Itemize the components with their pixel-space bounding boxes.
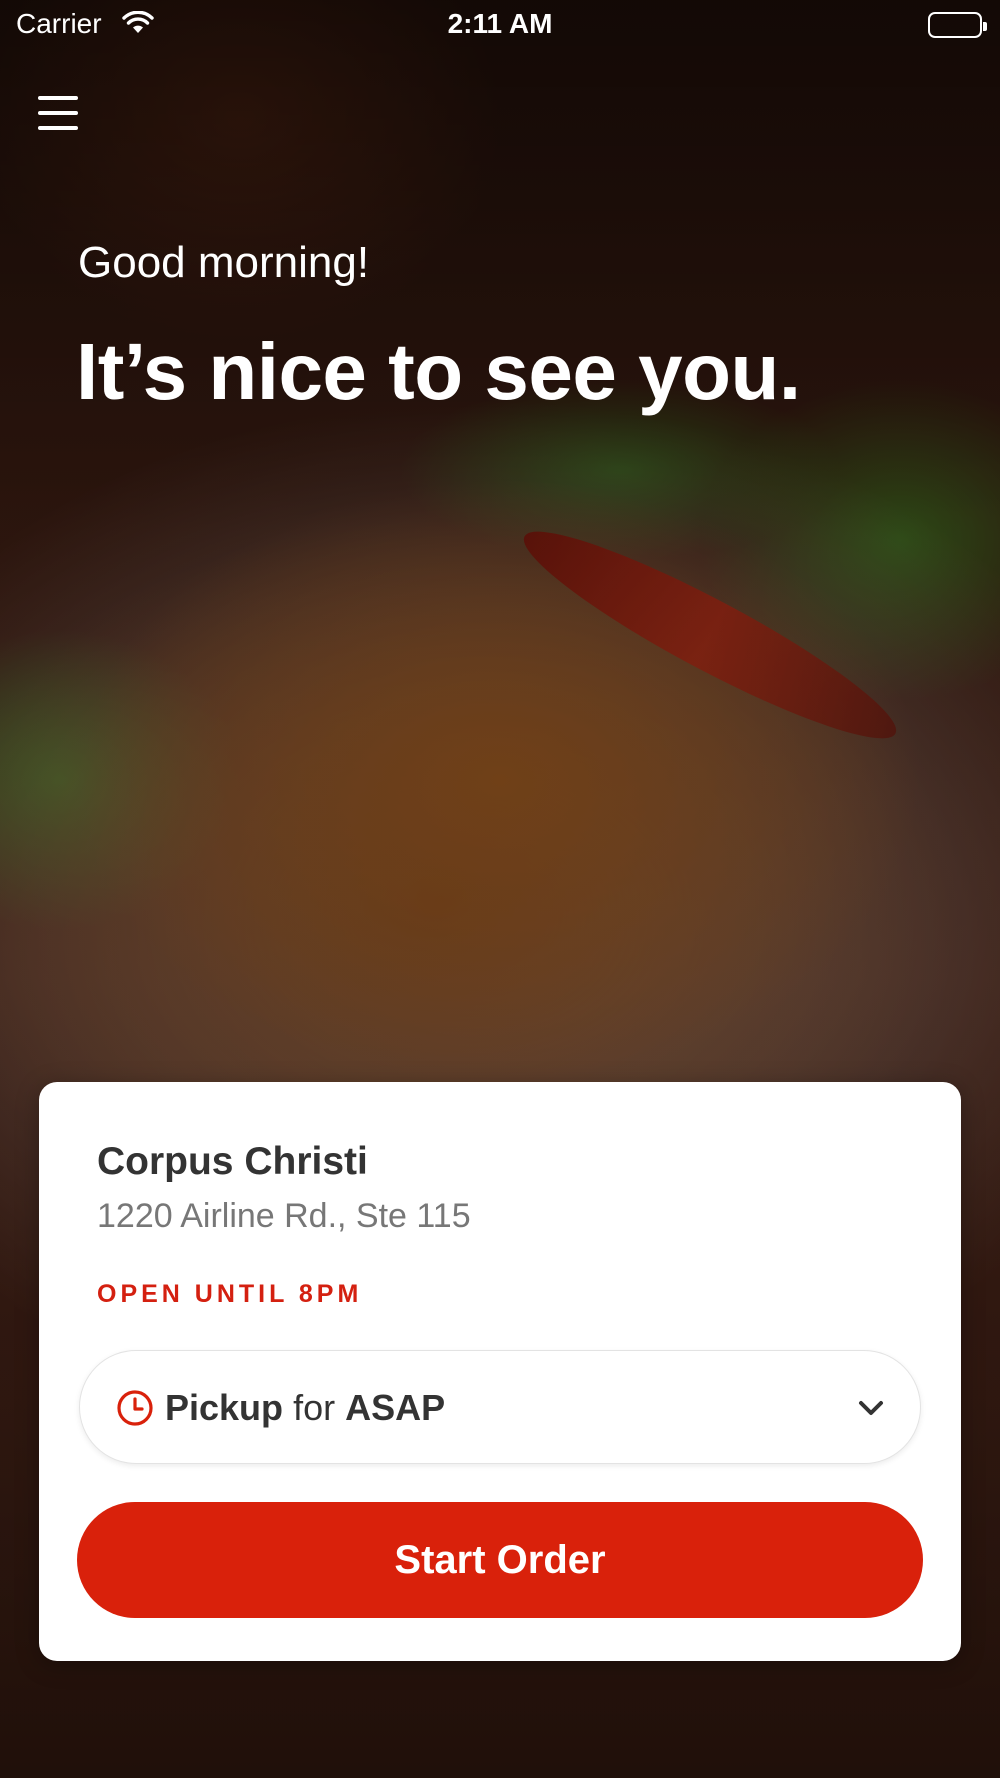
location-card: Corpus Christi 1220 Airline Rd., Ste 115…	[39, 1082, 961, 1661]
clock-icon	[116, 1389, 154, 1427]
store-name: Corpus Christi	[97, 1140, 368, 1183]
store-hours-badge: OPEN UNTIL 8PM	[97, 1280, 363, 1308]
page-title: It’s nice to see you.	[76, 327, 801, 416]
order-mode-text: Pickup for ASAP	[165, 1387, 445, 1429]
order-mode-label: Pickup	[165, 1387, 284, 1428]
order-time-label: ASAP	[345, 1387, 446, 1428]
start-order-button[interactable]: Start Order	[77, 1502, 923, 1618]
order-mode-selector[interactable]: Pickup for ASAP	[79, 1350, 921, 1464]
hamburger-menu-icon[interactable]	[38, 96, 78, 130]
order-mode-connector: for	[293, 1387, 336, 1428]
status-time: 2:11 AM	[447, 8, 553, 39]
chevron-down-icon	[856, 1393, 886, 1423]
greeting-text: Good morning!	[78, 238, 370, 287]
battery-icon	[928, 12, 987, 38]
store-address: 1220 Airline Rd., Ste 115	[97, 1197, 471, 1235]
status-bar: Carrier 2:11 AM	[0, 0, 1000, 50]
home-screen: Carrier 2:11 AM Good morning! It’s nice …	[0, 0, 1000, 1778]
